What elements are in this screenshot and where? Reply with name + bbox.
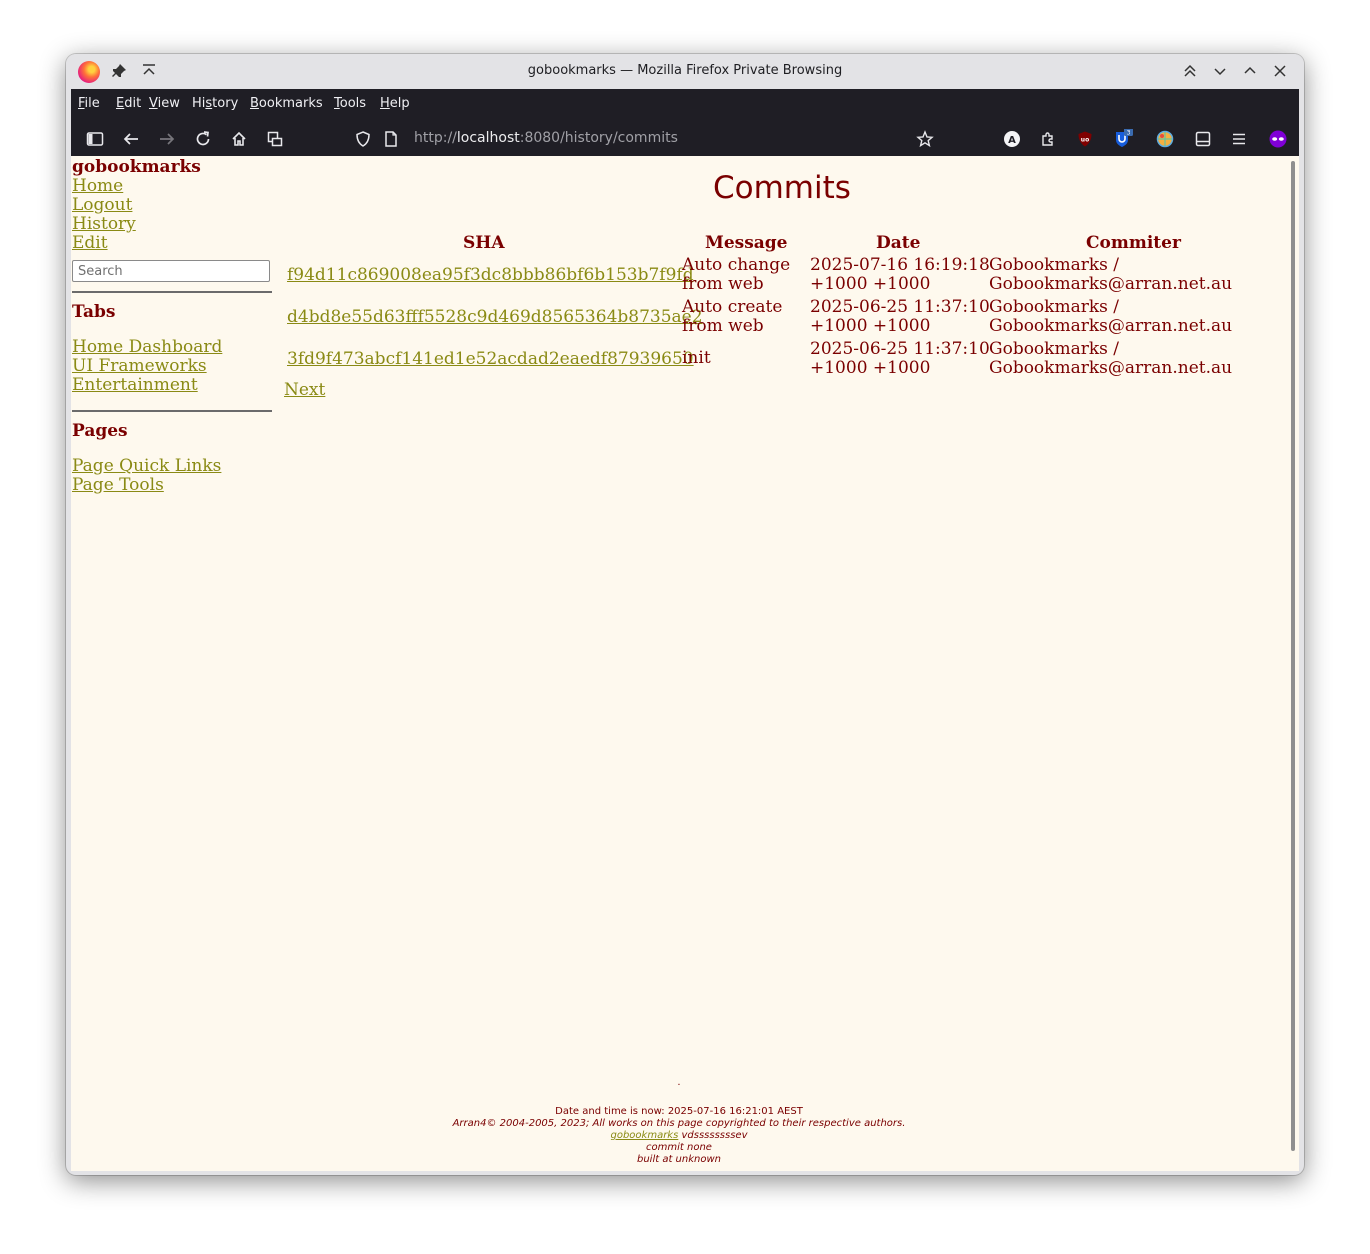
sidebar-divider: [72, 410, 272, 412]
column-header-date: Date: [876, 233, 921, 253]
footer-built: built at unknown: [636, 1154, 721, 1165]
pages-section-title: Pages: [72, 421, 128, 441]
page-link-quick-links[interactable]: Page Quick Links: [72, 456, 221, 476]
colorful-globe-extension-icon[interactable]: [1154, 128, 1176, 150]
commit-author: Gobookmarks / Gobookmarks@arran.net.au: [989, 255, 1233, 294]
tab-link-ui-frameworks[interactable]: UI Frameworks: [72, 356, 207, 376]
forward-icon: [156, 128, 178, 150]
tracking-protection-shield-icon[interactable]: [352, 128, 374, 150]
close-icon[interactable]: [1270, 61, 1290, 81]
nav-link-edit[interactable]: Edit: [72, 233, 108, 253]
menu-history[interactable]: History: [192, 96, 238, 111]
tab-link-entertainment[interactable]: Entertainment: [72, 375, 198, 395]
screenshot-icon[interactable]: [264, 128, 286, 150]
menu-file[interactable]: File: [78, 96, 100, 111]
sidebar-divider: [72, 291, 272, 293]
url-bar[interactable]: http://localhost:8080/history/commits: [414, 130, 678, 146]
column-header-sha: SHA: [463, 233, 505, 253]
menu-view[interactable]: View: [149, 96, 180, 111]
private-browsing-mask-icon: [1267, 128, 1289, 150]
footer-commit: commit none: [646, 1142, 712, 1153]
commit-message: Auto create from web: [682, 297, 783, 336]
column-header-message: Message: [705, 233, 788, 253]
scrollbar-thumb[interactable]: [1291, 161, 1295, 1151]
footer-datetime: Date and time is now: 2025-07-16 16:21:0…: [555, 1106, 803, 1117]
footer-dot: .: [677, 1077, 681, 1088]
sidebar-toggle-icon[interactable]: [84, 128, 106, 150]
next-page-link[interactable]: Next: [284, 380, 325, 400]
bitwarden-extension-icon[interactable]: 3: [1112, 128, 1134, 150]
vertical-scrollbar[interactable]: [1287, 156, 1299, 1171]
svg-text:uo: uo: [1081, 137, 1089, 144]
menu-tools[interactable]: Tools: [334, 96, 366, 111]
commit-date: 2025-06-25 11:37:10 +1000 +1000: [810, 339, 990, 378]
menu-bookmarks[interactable]: Bookmarks: [250, 96, 323, 111]
ublock-origin-icon[interactable]: uo: [1074, 128, 1096, 150]
nav-link-logout[interactable]: Logout: [72, 195, 132, 215]
commit-sha-link[interactable]: d4bd8e55d63fff5528c9d469d8565364b8735ae2: [287, 307, 703, 327]
app-menu-hamburger-icon[interactable]: [1228, 128, 1250, 150]
page-info-icon[interactable]: [380, 128, 402, 150]
account-avatar-icon[interactable]: A: [1001, 128, 1023, 150]
menu-bar: File Edit View History Bookmarks Tools H…: [71, 89, 1299, 121]
minimize-icon[interactable]: [1210, 61, 1230, 81]
extensions-puzzle-icon[interactable]: [1037, 128, 1059, 150]
shade-icon[interactable]: [1180, 61, 1200, 81]
svg-text:3: 3: [1127, 130, 1131, 137]
site-brand: gobookmarks: [72, 157, 201, 177]
title-bar: gobookmarks — Mozilla Firefox Private Br…: [66, 54, 1304, 88]
commit-date: 2025-06-25 11:37:10 +1000 +1000: [810, 297, 990, 336]
tabs-section-title: Tabs: [72, 302, 116, 322]
back-icon[interactable]: [120, 128, 142, 150]
page-title: Commits: [713, 170, 851, 206]
commit-date: 2025-07-16 16:19:18 +1000 +1000: [810, 255, 990, 294]
browser-window: gobookmarks — Mozilla Firefox Private Br…: [66, 54, 1304, 1175]
bookmark-star-icon[interactable]: [914, 128, 936, 150]
commit-author: Gobookmarks / Gobookmarks@arran.net.au: [989, 297, 1233, 336]
tab-link-home-dashboard[interactable]: Home Dashboard: [72, 337, 222, 357]
menu-edit[interactable]: Edit: [116, 96, 141, 111]
maximize-icon[interactable]: [1240, 61, 1260, 81]
column-header-commiter: Commiter: [1086, 233, 1181, 253]
page-content: gobookmarks Home Logout History Edit Tab…: [71, 156, 1287, 1171]
navigation-toolbar: http://localhost:8080/history/commits A …: [71, 121, 1299, 156]
nav-link-home[interactable]: Home: [72, 176, 123, 196]
page-link-tools[interactable]: Page Tools: [72, 475, 164, 495]
commit-author: Gobookmarks / Gobookmarks@arran.net.au: [989, 339, 1233, 378]
nav-link-history[interactable]: History: [72, 214, 136, 234]
reader-view-icon[interactable]: [1192, 128, 1214, 150]
footer-version: gobookmarks vdssssssssev: [610, 1130, 748, 1141]
footer-app-link[interactable]: gobookmarks: [610, 1130, 678, 1141]
home-icon[interactable]: [228, 128, 250, 150]
commit-message: Auto change from web: [682, 255, 791, 294]
reload-icon[interactable]: [192, 128, 214, 150]
commit-sha-link[interactable]: 3fd9f473abcf141ed1e52acdad2eaedf87939650: [287, 349, 694, 369]
commit-sha-link[interactable]: f94d11c869008ea95f3dc8bbb86bf6b153b7f9fd: [287, 265, 694, 285]
search-input[interactable]: [72, 260, 270, 282]
footer-copyright: Arran4© 2004-2005, 2023; All works on th…: [452, 1118, 906, 1129]
commit-message: init: [682, 348, 711, 368]
menu-help[interactable]: Help: [380, 96, 410, 111]
svg-text:A: A: [1008, 135, 1016, 146]
window-title: gobookmarks — Mozilla Firefox Private Br…: [527, 63, 843, 78]
